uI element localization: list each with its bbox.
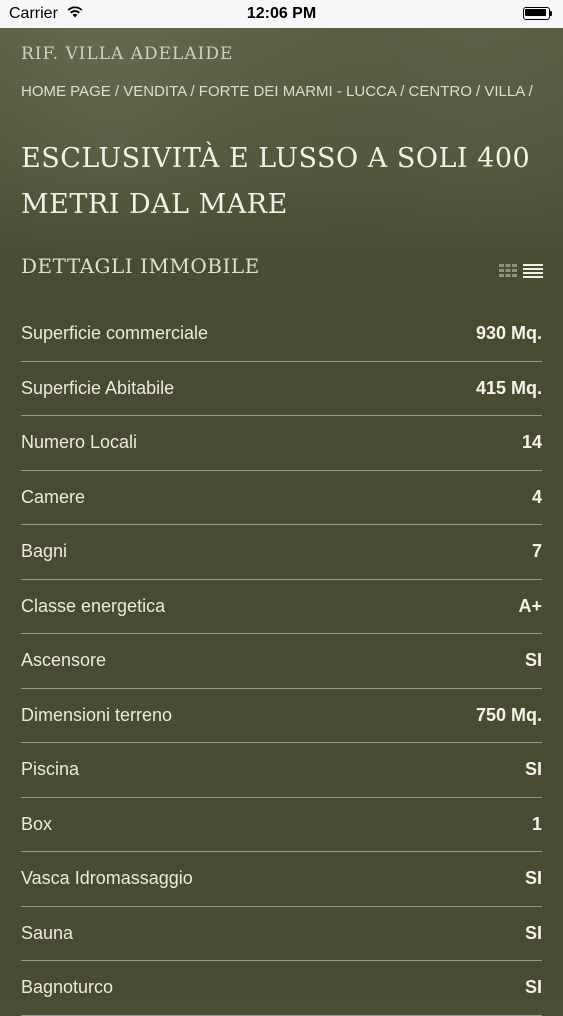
detail-value: 750 Mq.: [475, 704, 542, 725]
detail-label: Piscina: [21, 759, 80, 780]
status-bar: Carrier 12:06 PM: [0, 0, 563, 28]
detail-value: 930 Mq.: [475, 323, 542, 344]
detail-label: Sauna: [21, 922, 74, 943]
detail-value: 4: [531, 486, 542, 507]
detail-value: SI: [524, 650, 542, 671]
property-reference: RIF. VILLA ADELAIDE: [21, 44, 234, 64]
detail-label: Vasca Idromassaggio: [21, 868, 193, 889]
detail-row-superficie-commerciale: Superficie commerciale 930 Mq.: [21, 307, 542, 362]
detail-label: Superficie Abitabile: [21, 377, 175, 398]
detail-value: SI: [524, 922, 542, 943]
detail-value: 415 Mq.: [475, 377, 542, 398]
breadcrumb[interactable]: HOME PAGE / VENDITA / FORTE DEI MARMI - …: [21, 83, 533, 100]
detail-label: Camere: [21, 486, 86, 507]
detail-value: 1: [531, 813, 542, 834]
detail-label: Superficie commerciale: [21, 323, 209, 344]
detail-label: Box: [21, 813, 53, 834]
detail-row-superficie-abitabile: Superficie Abitabile 415 Mq.: [21, 362, 542, 416]
details-list: Superficie commerciale 930 Mq. Superfici…: [21, 307, 542, 1016]
detail-label: Numero Locali: [21, 432, 138, 453]
detail-row-dimensioni-terreno: Dimensioni terreno 750 Mq.: [21, 689, 542, 743]
detail-label: Bagnoturco: [21, 977, 114, 998]
detail-row-box: Box 1: [21, 798, 542, 852]
detail-value: 7: [531, 541, 542, 562]
grid-view-icon[interactable]: [499, 264, 517, 277]
detail-label: Classe energetica: [21, 595, 166, 616]
page-title: ESCLUSIVITÀ E LUSSO A SOLI 400 METRI DAL…: [21, 143, 531, 220]
detail-row-ascensore: Ascensore SI: [21, 634, 542, 689]
detail-value: 14: [521, 432, 542, 453]
battery-icon: [523, 7, 553, 20]
detail-label: Dimensioni terreno: [21, 704, 173, 725]
detail-value: A+: [518, 595, 542, 616]
detail-value: SI: [524, 977, 542, 998]
clock: 12:06 PM: [246, 5, 317, 22]
detail-label: Ascensore: [21, 650, 107, 671]
detail-row-piscina: Piscina SI: [21, 743, 542, 798]
detail-row-vasca-idromassaggio: Vasca Idromassaggio SI: [21, 852, 542, 907]
section-title-details: DETTAGLI IMMOBILE: [21, 254, 260, 278]
detail-row-bagni: Bagni 7: [21, 525, 542, 580]
detail-row-classe-energetica: Classe energetica A+: [21, 580, 542, 634]
detail-row-camere: Camere 4: [21, 471, 542, 525]
list-view-icon[interactable]: [523, 264, 543, 278]
detail-value: SI: [524, 868, 542, 889]
detail-row-sauna: Sauna SI: [21, 907, 542, 961]
property-detail-page: RIF. VILLA ADELAIDE HOME PAGE / VENDITA …: [0, 28, 563, 1016]
detail-value: SI: [524, 759, 542, 780]
detail-row-bagnoturco: Bagnoturco SI: [21, 961, 542, 1016]
detail-label: Bagni: [21, 541, 68, 562]
detail-row-numero-locali: Numero Locali 14: [21, 416, 542, 471]
